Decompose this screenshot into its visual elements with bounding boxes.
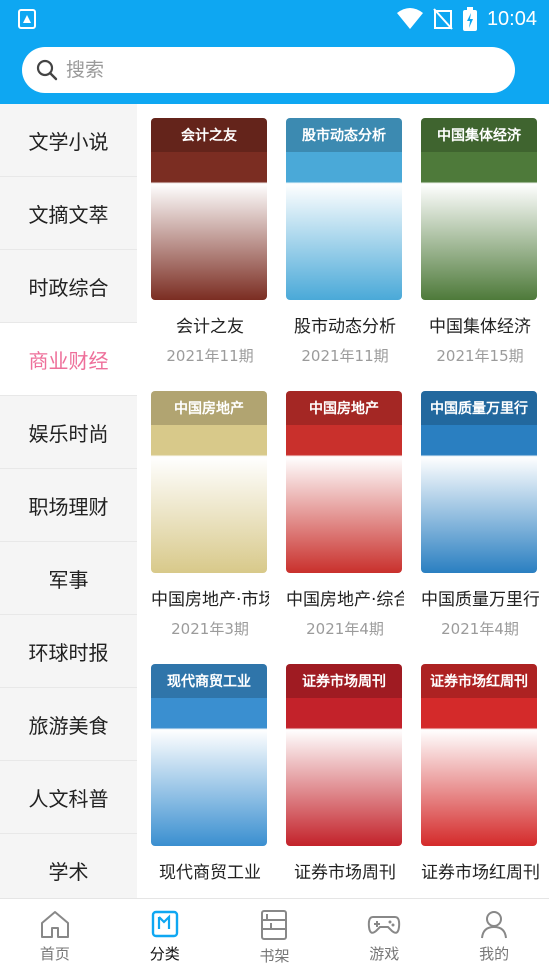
category-item[interactable]: 学术 <box>0 834 137 898</box>
category-item-active[interactable]: 商业财经 <box>0 323 137 396</box>
magazine-card[interactable]: 中国质量万里行 中国质量万里行 2021年4期 <box>421 391 539 639</box>
category-item[interactable]: 时政综合 <box>0 250 137 323</box>
magazine-issue: 2021年3期 <box>171 620 249 638</box>
magazine-title: 会计之友 <box>176 317 244 337</box>
category-sidebar: 文学小说 文摘文萃 时政综合 商业财经 娱乐时尚 职场理财 军事 环球时报 旅游… <box>0 104 137 898</box>
cover-masthead: 会计之友 <box>151 118 267 152</box>
category-item[interactable]: 环球时报 <box>0 615 137 688</box>
cover-masthead: 现代商贸工业 <box>151 664 267 698</box>
search-input[interactable] <box>66 59 486 81</box>
clock: 10:04 <box>486 7 537 30</box>
wifi-icon <box>396 8 423 29</box>
notification-icon <box>18 9 36 29</box>
magazine-title: 股市动态分析 <box>294 317 396 337</box>
search-bar[interactable] <box>22 47 515 93</box>
magazine-card[interactable]: 中国房地产 中国房地产·综合 2021年4期 <box>286 391 404 639</box>
magazine-cover[interactable]: 现代商贸工业 <box>151 664 267 846</box>
magazine-grid: 会计之友 会计之友 2021年11期 股市动态分析 股市动态分析 2021年11… <box>137 104 549 898</box>
magazine-title: 证券市场红周刊 <box>421 863 539 883</box>
magazine-title: 中国质量万里行 <box>421 590 539 610</box>
magazine-issue: 2021年15期 <box>436 347 524 365</box>
category-item[interactable]: 旅游美食 <box>0 688 137 761</box>
tab-bookshelf[interactable]: 书架 <box>220 899 330 976</box>
magazine-cover[interactable]: 证券市场红周刊 <box>421 664 537 846</box>
cover-masthead: 中国集体经济 <box>421 118 537 152</box>
bookshelf-icon <box>261 910 288 940</box>
status-icons: 10:04 <box>396 6 537 32</box>
magazine-cover[interactable]: 中国房地产 <box>151 391 267 573</box>
tab-games[interactable]: 游戏 <box>329 899 439 976</box>
magazine-cover[interactable]: 会计之友 <box>151 118 267 300</box>
magazine-title: 现代商贸工业 <box>159 863 261 883</box>
profile-icon <box>481 911 508 939</box>
app-header: 10:04 <box>0 0 549 104</box>
magazine-card[interactable]: 中国房地产 中国房地产·市场 2021年3期 <box>151 391 269 639</box>
search-icon <box>36 59 58 81</box>
tab-label: 我的 <box>479 945 510 963</box>
magazine-issue: 2021年4期 <box>441 620 519 638</box>
category-item[interactable]: 人文科普 <box>0 761 137 834</box>
magazine-issue: 2021年4期 <box>306 620 384 638</box>
tab-label: 书架 <box>259 947 290 965</box>
tab-home[interactable]: 首页 <box>0 899 110 976</box>
magazine-title: 证券市场周刊 <box>294 863 396 883</box>
magazine-cover[interactable]: 中国集体经济 <box>421 118 537 300</box>
cover-masthead: 证券市场红周刊 <box>421 664 537 698</box>
tab-label: 分类 <box>149 945 180 963</box>
cover-masthead: 中国房地产 <box>286 391 402 425</box>
tab-category[interactable]: 分类 <box>110 899 220 976</box>
bottom-tab-bar: 首页 分类 书架 游戏 我的 <box>0 898 549 976</box>
cover-masthead: 中国质量万里行 <box>421 391 537 425</box>
magazine-cover[interactable]: 中国质量万里行 <box>421 391 537 573</box>
category-item[interactable]: 军事 <box>0 542 137 615</box>
magazine-title: 中国房地产·综合 <box>286 590 404 610</box>
magazine-title: 中国房地产·市场 <box>151 590 269 610</box>
magazine-card[interactable]: 会计之友 会计之友 2021年11期 <box>151 118 269 366</box>
magazine-card[interactable]: 股市动态分析 股市动态分析 2021年11期 <box>286 118 404 366</box>
tab-profile[interactable]: 我的 <box>439 899 549 976</box>
magazine-card[interactable]: 中国集体经济 中国集体经济 2021年15期 <box>421 118 539 366</box>
category-item[interactable]: 文摘文萃 <box>0 177 137 250</box>
battery-icon <box>462 7 477 31</box>
cover-masthead: 中国房地产 <box>151 391 267 425</box>
cover-masthead: 股市动态分析 <box>286 118 402 152</box>
magazine-issue: 2021年11期 <box>301 347 389 365</box>
status-bar: 10:04 <box>0 0 549 38</box>
category-item[interactable]: 娱乐时尚 <box>0 396 137 469</box>
tab-label: 首页 <box>39 945 70 963</box>
magazine-issue: 2021年11期 <box>166 347 254 365</box>
no-signal-icon <box>433 8 453 30</box>
magazine-cover[interactable]: 证券市场周刊 <box>286 664 402 846</box>
magazine-card[interactable]: 现代商贸工业 现代商贸工业 <box>151 664 269 883</box>
category-icon <box>151 910 178 938</box>
magazine-title: 中国集体经济 <box>429 317 531 337</box>
magazine-card[interactable]: 证券市场红周刊 证券市场红周刊 <box>421 664 539 883</box>
cover-masthead: 证券市场周刊 <box>286 664 402 698</box>
category-item[interactable]: 文学小说 <box>0 104 137 177</box>
magazine-cover[interactable]: 股市动态分析 <box>286 118 402 300</box>
gamepad-icon <box>368 916 401 934</box>
magazine-card[interactable]: 证券市场周刊 证券市场周刊 <box>286 664 404 883</box>
category-item[interactable]: 职场理财 <box>0 469 137 542</box>
magazine-cover[interactable]: 中国房地产 <box>286 391 402 573</box>
tab-label: 游戏 <box>369 945 400 963</box>
home-icon <box>40 911 69 938</box>
